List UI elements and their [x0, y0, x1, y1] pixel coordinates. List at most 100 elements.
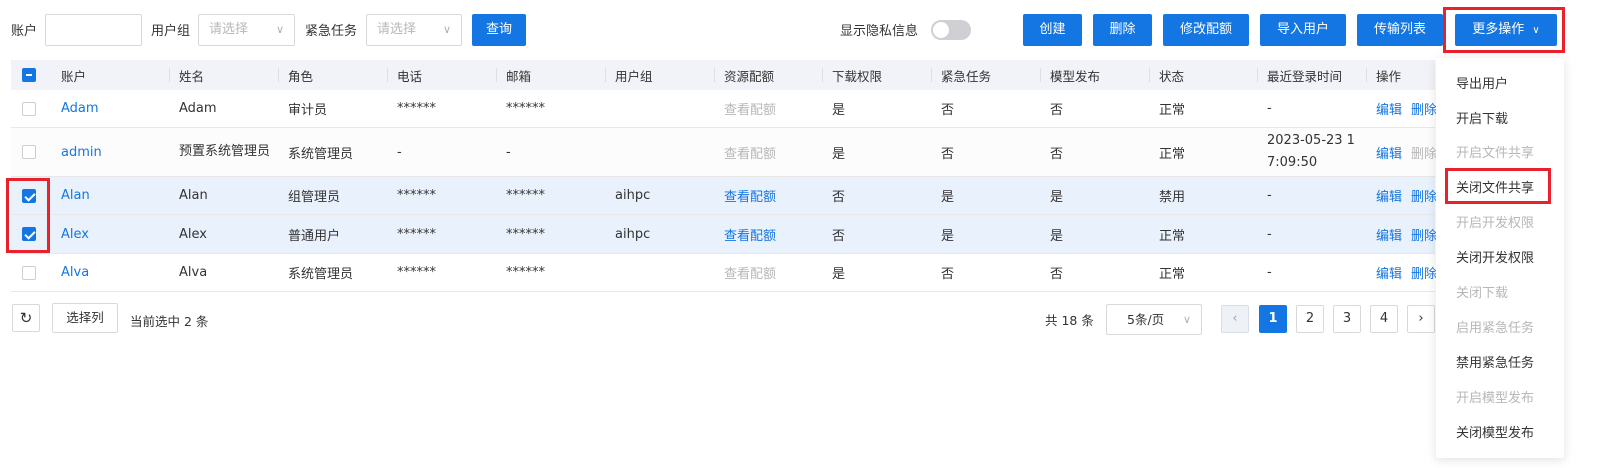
publish-cell: 是: [1050, 190, 1064, 205]
row-checkbox[interactable]: [22, 266, 36, 280]
more-actions-button[interactable]: 更多操作 ∨: [1455, 14, 1557, 46]
view-quota-link[interactable]: 查看配额: [724, 177, 776, 214]
row-checkbox[interactable]: [22, 145, 36, 159]
column-header: 最近登录时间: [1267, 68, 1343, 84]
table-row[interactable]: Alex Alex 普通用户 ****** ****** aihpc 查看配额 …: [11, 215, 1437, 254]
column-header: 用户组: [615, 68, 653, 84]
query-button[interactable]: 查询: [472, 14, 526, 46]
download-cell: 是: [832, 103, 846, 118]
column-divider: [605, 68, 606, 82]
last-login-cell: -: [1267, 265, 1272, 280]
account-input[interactable]: [45, 14, 142, 46]
chevron-down-icon: ∨: [275, 23, 284, 36]
refresh-button[interactable]: ↻: [12, 304, 40, 332]
publish-cell: 否: [1050, 146, 1064, 162]
menu-item-enable-download[interactable]: 开启下载: [1456, 108, 1508, 127]
name-cell: Alan: [179, 188, 208, 203]
column-header: 操作: [1376, 68, 1402, 84]
table-row[interactable]: Alva Alva 系统管理员 ****** ****** 查看配额 是 否 否…: [11, 254, 1437, 292]
menu-item-disable-urgent-task[interactable]: 禁用紧急任务: [1456, 352, 1534, 371]
delete-link: 删除: [1411, 146, 1438, 162]
name-cell: Alva: [179, 265, 208, 280]
delete-link[interactable]: 删除: [1411, 215, 1437, 253]
edit-link[interactable]: 编辑: [1376, 177, 1402, 214]
menu-item-export-users[interactable]: 导出用户: [1456, 73, 1508, 92]
transfer-list-button[interactable]: 传输列表: [1357, 14, 1443, 46]
column-divider: [1366, 68, 1367, 82]
urgent-cell: 是: [941, 228, 955, 244]
select-all-checkbox[interactable]: [22, 68, 36, 82]
column-header: 状态: [1159, 68, 1185, 84]
account-link[interactable]: Alan: [61, 177, 90, 214]
table-row[interactable]: admin 预置系统管理员 系统管理员 - - 查看配额 是 否 否 正常 20…: [11, 128, 1438, 177]
page-size-select[interactable]: 5条/页 ∨: [1106, 304, 1202, 335]
status-cell: 正常: [1159, 103, 1186, 118]
publish-cell: 否: [1050, 267, 1064, 282]
group-cell: aihpc: [615, 226, 651, 242]
prev-page-button[interactable]: ‹: [1221, 305, 1249, 333]
chevron-down-icon: ∨: [1532, 25, 1540, 36]
row-checkbox[interactable]: [22, 189, 36, 203]
edit-link[interactable]: 编辑: [1376, 90, 1402, 127]
page-button-3[interactable]: 3: [1333, 305, 1361, 333]
selected-count: 当前选中 2 条: [130, 314, 209, 329]
account-link[interactable]: admin: [61, 128, 102, 176]
column-header: 账户: [61, 68, 87, 84]
role-cell: 系统管理员: [288, 267, 354, 282]
create-button[interactable]: 创建: [1023, 14, 1082, 46]
column-header: 角色: [288, 68, 314, 84]
delete-button[interactable]: 删除: [1093, 14, 1152, 46]
page-button-4[interactable]: 4: [1370, 305, 1398, 333]
publish-cell: 是: [1050, 228, 1064, 244]
menu-item-disable-download: 关闭下载: [1456, 286, 1509, 301]
urgent-select[interactable]: 请选择 ∨: [366, 14, 462, 46]
table-row[interactable]: Adam Adam 审计员 ****** ****** 查看配额 是 否 否 正…: [11, 90, 1437, 128]
column-header: 下载权限: [832, 68, 883, 84]
menu-item-disable-dev-permission[interactable]: 关闭开发权限: [1456, 247, 1534, 266]
row-checkbox[interactable]: [22, 102, 36, 116]
column-header: 电话: [397, 68, 423, 84]
role-cell: 普通用户: [288, 228, 341, 244]
toggle-knob: [933, 22, 949, 38]
urgent-cell: 是: [941, 190, 955, 205]
menu-item-disable-model-publish[interactable]: 关闭模型发布: [1456, 422, 1534, 441]
column-header: 紧急任务: [941, 68, 992, 84]
publish-cell: 否: [1050, 103, 1064, 118]
column-divider: [1149, 68, 1150, 82]
page-button-2[interactable]: 2: [1296, 305, 1324, 333]
view-quota-link[interactable]: 查看配额: [724, 215, 776, 253]
select-columns-button[interactable]: 选择列: [52, 303, 118, 333]
menu-item-disable-file-share[interactable]: 关闭文件共享: [1456, 177, 1534, 196]
next-page-button[interactable]: ›: [1407, 305, 1435, 333]
group-select[interactable]: 请选择 ∨: [198, 14, 295, 46]
column-divider: [387, 68, 388, 82]
chevron-down-icon: ∨: [442, 23, 451, 36]
view-quota-link: 查看配额: [724, 267, 777, 282]
privacy-toggle[interactable]: [931, 20, 971, 40]
urgent-cell: 否: [941, 103, 955, 118]
phone-cell: ******: [397, 265, 436, 280]
delete-link[interactable]: 删除: [1411, 90, 1437, 127]
account-link[interactable]: Alva: [61, 254, 89, 291]
total-count: 共 18 条: [1045, 313, 1094, 328]
toolbar: 账户 用户组 请选择 ∨ 紧急任务 请选择 ∨ 查询 显示隐私信息 创建 删除 …: [0, 0, 1615, 60]
edit-link[interactable]: 编辑: [1376, 215, 1402, 253]
view-quota-link: 查看配额: [724, 103, 777, 118]
delete-link[interactable]: 删除: [1411, 254, 1437, 291]
delete-link[interactable]: 删除: [1411, 177, 1437, 214]
table-row[interactable]: Alan Alan 组管理员 ****** ****** aihpc 查看配额 …: [11, 177, 1437, 215]
edit-link[interactable]: 编辑: [1376, 128, 1402, 176]
modify-quota-button[interactable]: 修改配额: [1163, 14, 1249, 46]
page-button-1[interactable]: 1: [1259, 305, 1287, 333]
chevron-right-icon: ›: [1418, 311, 1424, 326]
column-divider: [714, 68, 715, 82]
import-users-button[interactable]: 导入用户: [1260, 14, 1346, 46]
download-cell: 否: [832, 228, 846, 244]
account-link[interactable]: Alex: [61, 215, 89, 253]
edit-link[interactable]: 编辑: [1376, 254, 1402, 291]
account-link[interactable]: Adam: [61, 90, 99, 127]
chevron-down-icon: ∨: [1182, 313, 1191, 326]
row-checkbox[interactable]: [22, 227, 36, 241]
name-cell: Alex: [179, 226, 207, 242]
more-actions-menu: 导出用户 开启下载 开启文件共享 关闭文件共享 开启开发权限 关闭开发权限 关闭…: [1436, 58, 1564, 458]
